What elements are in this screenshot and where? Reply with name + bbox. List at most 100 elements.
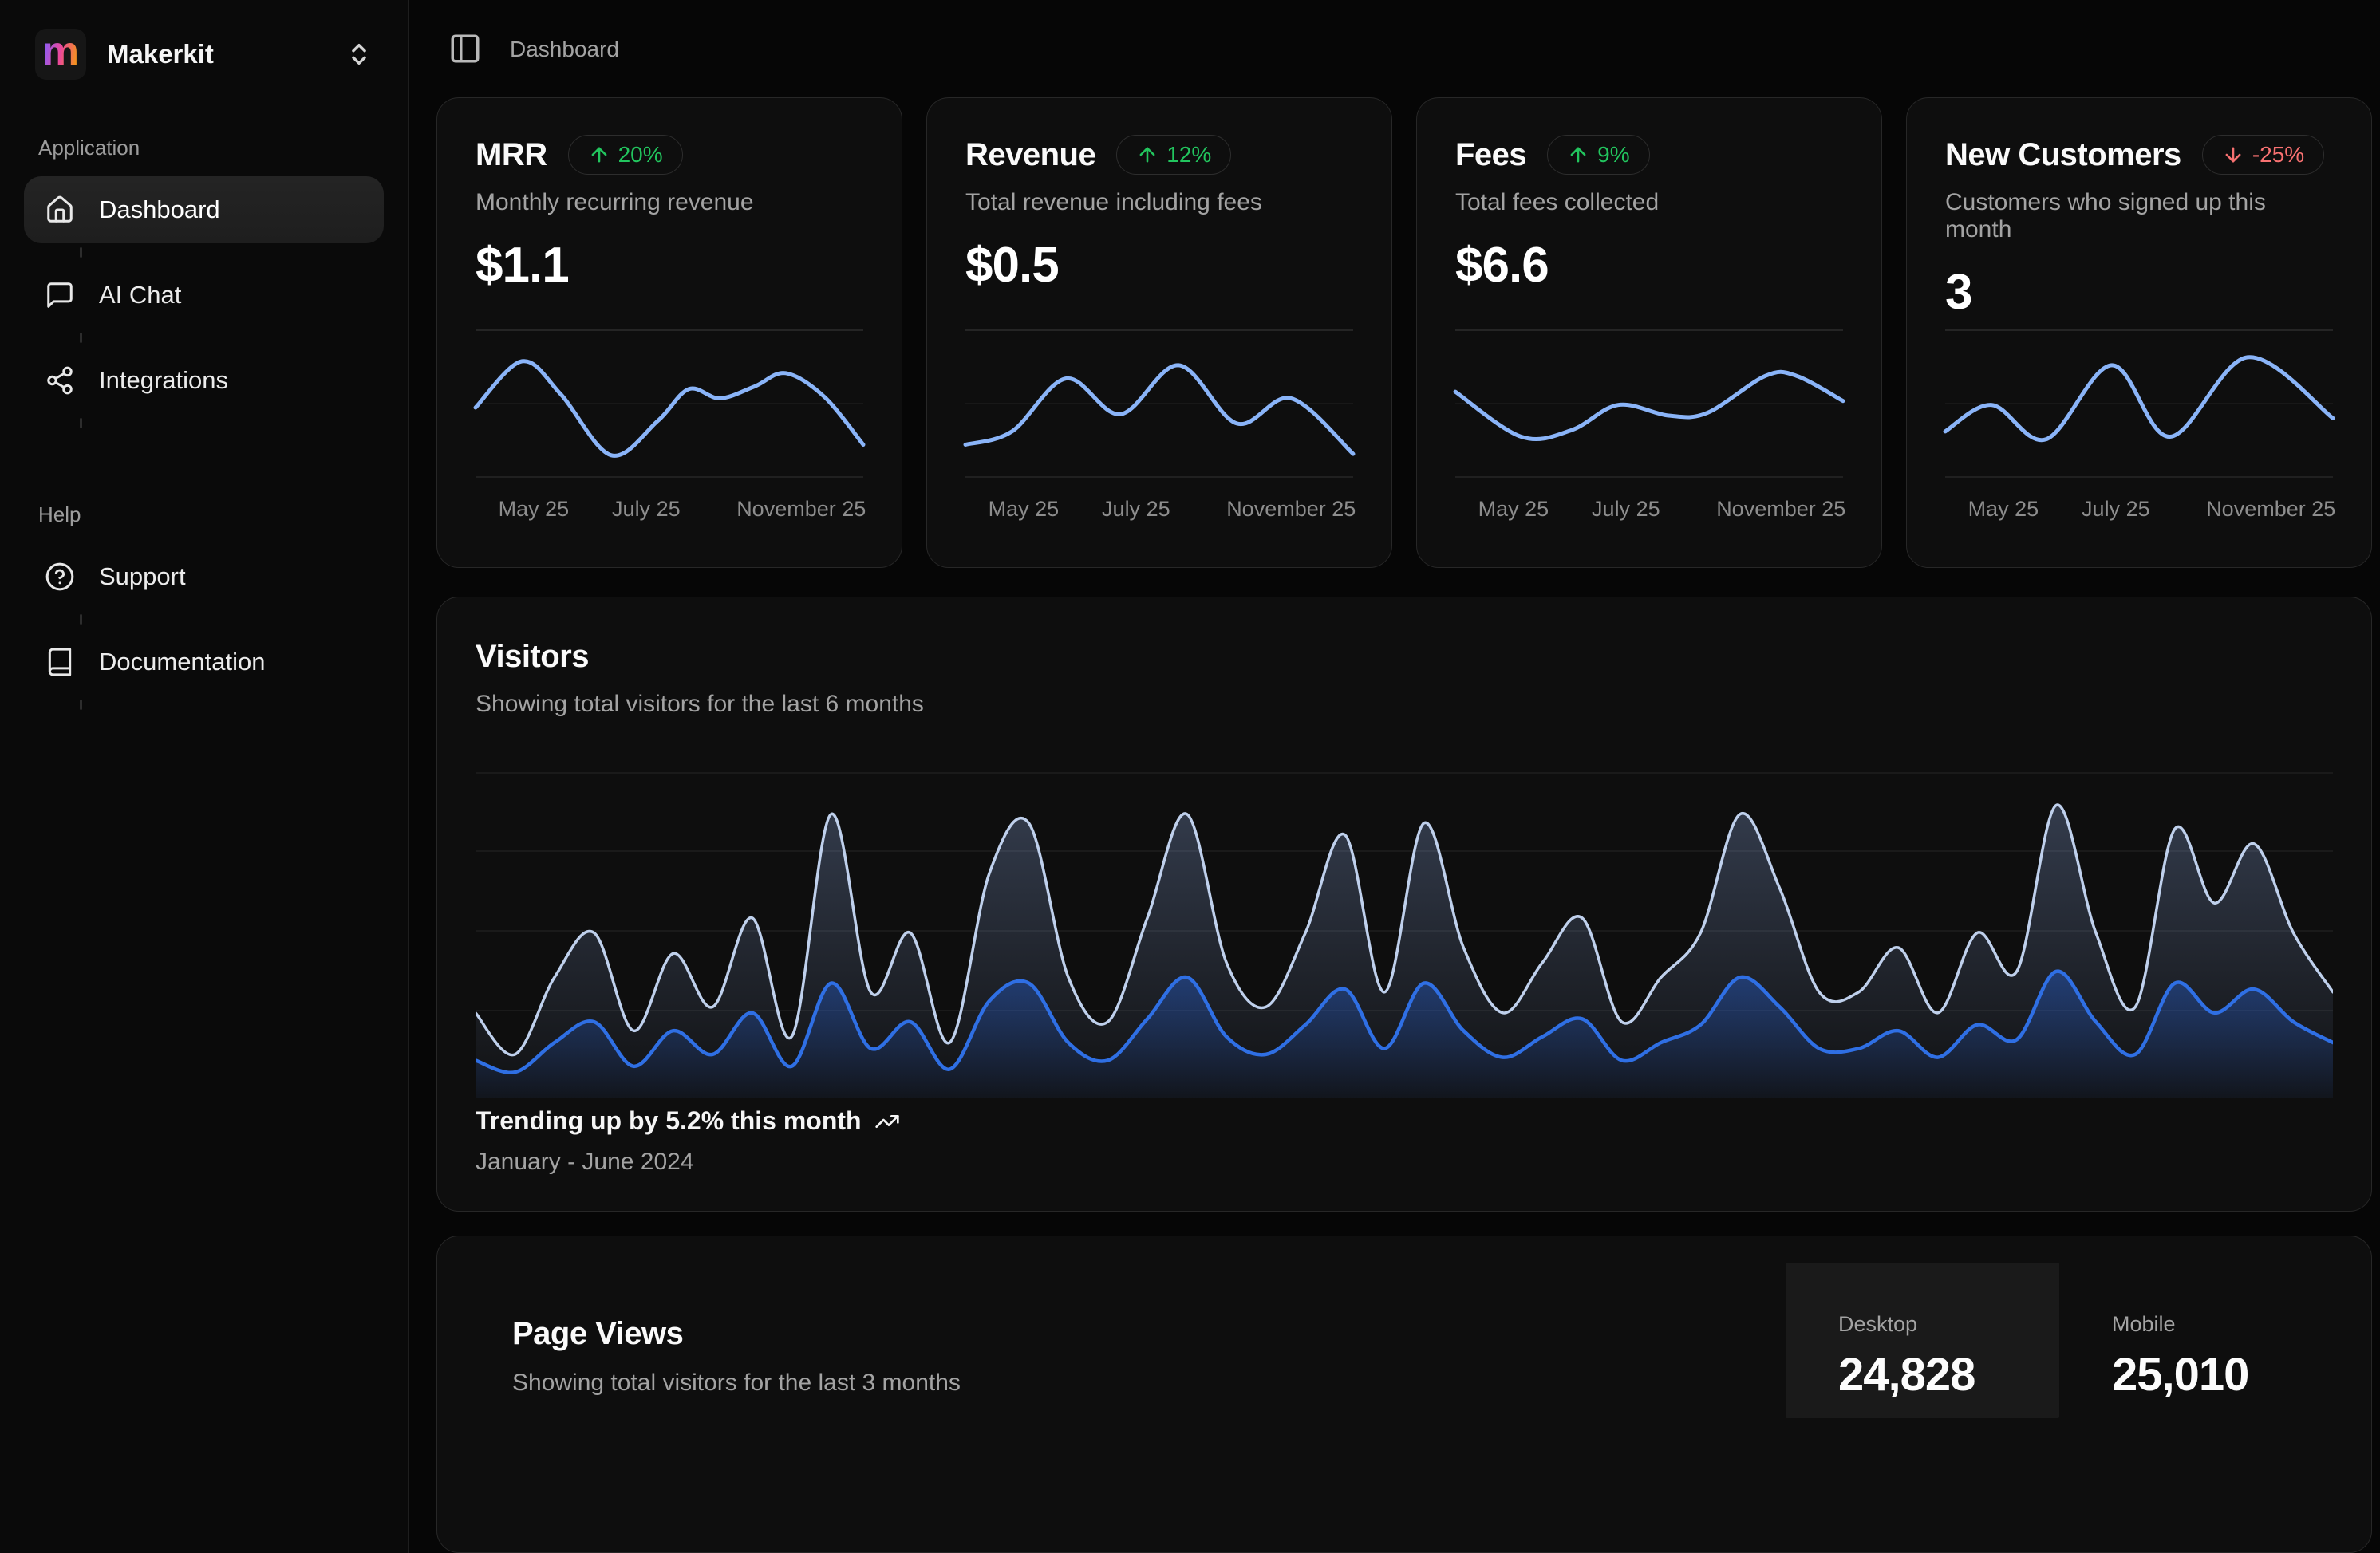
x-tick: November 25 (2206, 497, 2335, 522)
stat-card-new-customers: New Customers -25% Customers who signed … (1906, 97, 2372, 568)
toggle-label: Desktop (1838, 1312, 2059, 1337)
visitors-area-chart[interactable] (476, 751, 2333, 1106)
sidebar-item-documentation[interactable]: Documentation (24, 629, 384, 696)
x-tick: November 25 (736, 497, 866, 522)
nav-application: Dashboard AI Chat Integrations (24, 176, 384, 432)
sparkline-chart[interactable]: May 25 July 25 November 25 (965, 328, 1353, 529)
page-views-toggles: Desktop 24,828 Mobile 25,010 (1786, 1263, 2333, 1418)
stat-subtitle: Customers who signed up this month (1945, 189, 2333, 243)
trend-value: 12% (1166, 142, 1211, 168)
sidebar-item-ai-chat[interactable]: AI Chat (24, 262, 384, 329)
workspace-name: Makerkit (107, 39, 214, 69)
toggle-label: Mobile (2112, 1312, 2333, 1337)
sparkline-svg (1945, 328, 2333, 479)
rail-dash (80, 247, 82, 258)
stat-card-mrr: MRR 20% Monthly recurring revenue $1.1 M… (436, 97, 902, 568)
trend-badge: 9% (1547, 135, 1649, 175)
x-tick: November 25 (1716, 497, 1845, 522)
visitors-chart-svg (476, 751, 2333, 1106)
section-label-help: Help (38, 503, 384, 527)
x-tick: July 25 (1102, 497, 1170, 522)
sparkline-x-axis: May 25 July 25 November 25 (476, 497, 863, 529)
x-tick: May 25 (989, 497, 1060, 522)
arrow-up-icon (1136, 144, 1158, 166)
x-tick: May 25 (499, 497, 570, 522)
stat-value: 3 (1945, 264, 2333, 321)
toggle-mobile[interactable]: Mobile 25,010 (2059, 1263, 2333, 1418)
makerkit-logo: m (35, 29, 86, 80)
sidebar-item-label: Integrations (99, 366, 228, 395)
stat-title: MRR (476, 137, 547, 173)
stat-subtitle: Monthly recurring revenue (476, 189, 863, 216)
chevrons-up-down-icon (345, 41, 373, 68)
help-circle-icon (45, 562, 75, 592)
sidebar-item-label: Documentation (99, 648, 266, 676)
toggle-value: 24,828 (1838, 1348, 2059, 1401)
visitors-footer: Trending up by 5.2% this month January -… (476, 1106, 2333, 1176)
sidebar-item-dashboard[interactable]: Dashboard (24, 176, 384, 243)
trend-value: 9% (1597, 142, 1629, 168)
trend-badge: -25% (2202, 135, 2324, 175)
stat-subtitle: Total revenue including fees (965, 189, 1353, 216)
x-tick: July 25 (1592, 497, 1660, 522)
stat-title: Fees (1455, 137, 1526, 173)
stat-cards-row: MRR 20% Monthly recurring revenue $1.1 M… (436, 97, 2372, 568)
page-views-header: Page Views Showing total visitors for th… (437, 1236, 2371, 1418)
arrow-down-icon (2222, 144, 2244, 166)
topbar: Dashboard (436, 0, 2372, 67)
sparkline-chart[interactable]: May 25 July 25 November 25 (1455, 328, 1843, 529)
logo-letter: m (42, 31, 79, 73)
sparkline-chart[interactable]: May 25 July 25 November 25 (476, 328, 863, 529)
rail-dash (80, 333, 82, 343)
trend-value: -25% (2252, 142, 2304, 168)
toggle-desktop[interactable]: Desktop 24,828 (1786, 1263, 2059, 1418)
trend-badge: 20% (568, 135, 683, 175)
rail-dash (80, 700, 82, 710)
sidebar: m Makerkit Application Dashboard AI Chat… (0, 0, 409, 1553)
trending-up-icon (874, 1109, 900, 1134)
stat-card-fees: Fees 9% Total fees collected $6.6 May 25… (1416, 97, 1882, 568)
stat-title: New Customers (1945, 137, 2181, 173)
sparkline-chart[interactable]: May 25 July 25 November 25 (1945, 328, 2333, 529)
sidebar-item-label: Dashboard (99, 195, 220, 224)
visitors-title: Visitors (476, 639, 2333, 675)
sidebar-item-integrations[interactable]: Integrations (24, 347, 384, 414)
house-icon (45, 195, 75, 225)
panel-left-icon (448, 32, 482, 65)
arrow-up-icon (1567, 144, 1589, 166)
sparkline-x-axis: May 25 July 25 November 25 (965, 497, 1353, 529)
page-views-card: Page Views Showing total visitors for th… (436, 1236, 2372, 1553)
sparkline-svg (965, 328, 1353, 479)
visitors-card: Visitors Showing total visitors for the … (436, 597, 2372, 1212)
sparkline-svg (476, 328, 863, 479)
sparkline-x-axis: May 25 July 25 November 25 (1945, 497, 2333, 529)
x-tick: May 25 (1968, 497, 2039, 522)
x-tick: May 25 (1478, 497, 1549, 522)
trend-value: 20% (618, 142, 663, 168)
visitors-subtitle: Showing total visitors for the last 6 mo… (476, 691, 2333, 718)
trend-badge: 12% (1116, 135, 1231, 175)
share-icon (45, 365, 75, 396)
rail-dash (80, 614, 82, 625)
nav-help: Support Documentation (24, 543, 384, 714)
workspace-switcher[interactable]: m Makerkit (24, 22, 384, 86)
sparkline-svg (1455, 328, 1843, 479)
sidebar-item-label: Support (99, 562, 186, 591)
stat-value: $1.1 (476, 237, 863, 294)
sidebar-item-support[interactable]: Support (24, 543, 384, 610)
page-views-title: Page Views (512, 1316, 1786, 1352)
x-tick: November 25 (1226, 497, 1356, 522)
stat-value: $6.6 (1455, 237, 1843, 294)
visitors-date-range: January - June 2024 (476, 1149, 2333, 1176)
rail-dash (80, 418, 82, 428)
x-tick: July 25 (2082, 497, 2150, 522)
breadcrumb: Dashboard (510, 37, 619, 62)
sparkline-x-axis: May 25 July 25 November 25 (1455, 497, 1843, 529)
message-square-icon (45, 280, 75, 310)
stat-value: $0.5 (965, 237, 1353, 294)
stat-card-revenue: Revenue 12% Total revenue including fees… (926, 97, 1392, 568)
main-content: Dashboard MRR 20% Monthly recurring reve… (409, 0, 2380, 1553)
book-icon (45, 647, 75, 677)
visitors-trend-text: Trending up by 5.2% this month (476, 1106, 862, 1136)
sidebar-toggle-button[interactable] (448, 32, 483, 67)
